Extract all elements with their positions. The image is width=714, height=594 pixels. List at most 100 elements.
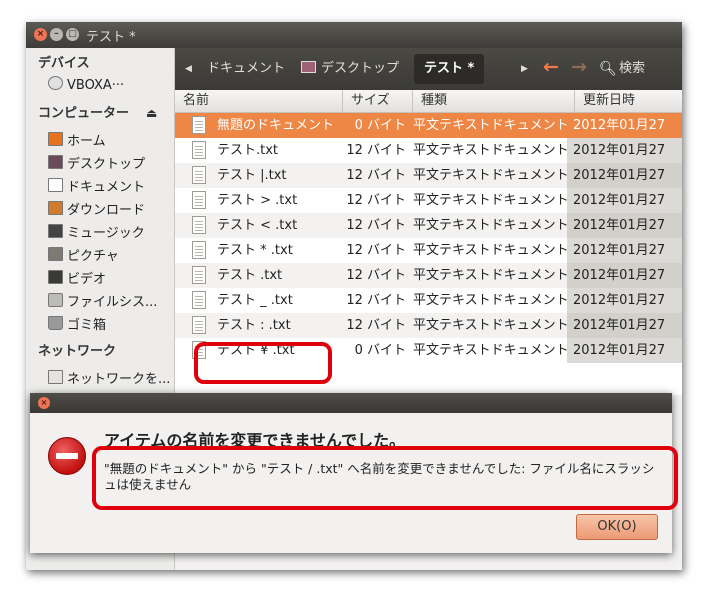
file-size: 12 バイト [346, 193, 406, 208]
sidebar-item-label: ゴミ箱 [67, 318, 107, 333]
column-header-name[interactable]: 名前 [175, 90, 343, 112]
file-size: 12 バイト [346, 218, 406, 233]
text-file-icon [192, 341, 206, 359]
sidebar-item-label: ホーム [67, 134, 106, 149]
file-name: テスト _ .txt [217, 293, 293, 308]
forward-arrow-icon[interactable]: → [571, 56, 587, 78]
file-kind: 平文テキストドキュメント [413, 168, 569, 183]
sidebar-item-music[interactable]: ミュージック [48, 222, 170, 244]
sidebar-item-label: ミュージック [67, 226, 145, 241]
sidebar-item-network[interactable]: ネットワークを... [48, 368, 170, 390]
text-file-icon [192, 291, 206, 309]
file-row[interactable]: テスト _ .txt 12 バイト 平文テキストドキュメント 2012年01月27 [175, 288, 682, 313]
text-file-icon [192, 216, 206, 234]
eject-icon[interactable]: ⏏ [146, 106, 157, 120]
sidebar-item-trash[interactable]: ゴミ箱 [48, 314, 170, 336]
file-kind: 平文テキストドキュメント [413, 243, 569, 258]
search-icon[interactable]: 🔍︎ [599, 58, 617, 80]
file-modified: 2012年01月27 [567, 313, 682, 338]
sidebar-item-desktop[interactable]: デスクトップ [48, 153, 170, 175]
window-titlebar[interactable]: × – □ テスト * [26, 22, 682, 48]
file-modified: 2012年01月27 [567, 138, 682, 163]
file-size: 12 バイト [346, 293, 406, 308]
network-icon [48, 370, 63, 384]
dialog-titlebar[interactable]: × [30, 393, 672, 413]
optical-disc-icon [48, 76, 63, 90]
pathbar-desktop-button[interactable]: デスクトップ [301, 58, 399, 80]
file-modified: 2012年01月27 [567, 238, 682, 263]
file-row[interactable]: テスト : .txt 12 バイト 平文テキストドキュメント 2012年01月27 [175, 313, 682, 338]
text-file-icon [192, 241, 206, 259]
filesystem-icon [48, 293, 63, 307]
file-name: テスト < .txt [217, 218, 298, 233]
close-window-button[interactable]: × [34, 28, 47, 41]
sidebar-item-filesystem[interactable]: ファイルシス... [48, 291, 170, 313]
sidebar-item-videos[interactable]: ビデオ [48, 268, 170, 290]
file-row[interactable]: テスト .txt 12 バイト 平文テキストドキュメント 2012年01月27 [175, 263, 682, 288]
maximize-window-button[interactable]: □ [66, 28, 79, 41]
file-size: 12 バイト [346, 318, 406, 333]
file-row[interactable]: テスト.txt 12 バイト 平文テキストドキュメント 2012年01月27 [175, 138, 682, 163]
sidebar-item-documents[interactable]: ドキュメント [48, 176, 170, 198]
sidebar-header-computer: コンピューター [38, 106, 130, 121]
file-modified: 2012年01月27 [567, 163, 682, 188]
error-stop-icon [48, 437, 86, 475]
column-header-size[interactable]: サイズ [343, 90, 413, 112]
videos-folder-icon [48, 270, 63, 284]
sidebar-item-label: ピクチャ [67, 249, 119, 264]
file-modified: 2012年01月27 [567, 288, 682, 313]
path-bar: ◀ ドキュメント デスクトップ テスト * ▶ ← → 🔍︎ 検索 [175, 48, 682, 90]
pathbar-documents-button[interactable]: ドキュメント [207, 58, 285, 80]
sidebar-item-label: デスクトップ [67, 157, 146, 172]
file-size: 0 バイト [354, 118, 406, 133]
trash-icon [48, 316, 63, 330]
file-kind: 平文テキストドキュメント [413, 343, 569, 358]
column-header-kind[interactable]: 種類 [413, 90, 575, 112]
minimize-window-button[interactable]: – [50, 28, 63, 41]
sidebar-item-vbox-disc[interactable]: VBOXA··· [48, 76, 170, 98]
downloads-folder-icon [48, 201, 63, 215]
desktop-icon [48, 155, 63, 169]
sidebar-item-label: ビデオ [67, 272, 107, 287]
search-button[interactable]: 検索 [619, 58, 645, 80]
dialog-heading: アイテムの名前を変更できませんでした。 [104, 431, 406, 450]
file-modified: 2012年01月27 [567, 263, 682, 288]
file-modified: 2012年01月27 [567, 188, 682, 213]
text-file-icon [192, 316, 206, 334]
file-kind: 平文テキストドキュメント [413, 193, 569, 208]
file-name: 無題のドキュメント [217, 118, 335, 133]
close-dialog-button[interactable]: × [38, 397, 50, 409]
file-kind: 平文テキストドキュメント [413, 268, 569, 283]
window-title: テスト * [86, 30, 136, 45]
sidebar-item-pictures[interactable]: ピクチャ [48, 245, 170, 267]
column-header-modified[interactable]: 更新日時 [575, 90, 682, 112]
ok-button[interactable]: OK(O) [576, 514, 658, 540]
file-name: テスト > .txt [217, 193, 298, 208]
file-size: 12 バイト [346, 243, 406, 258]
file-row[interactable]: テスト |.txt 12 バイト 平文テキストドキュメント 2012年01月27 [175, 163, 682, 188]
file-size: 12 バイト [346, 143, 406, 158]
pathbar-scroll-left-icon[interactable]: ◀ [185, 58, 192, 80]
file-name: テスト |.txt [217, 168, 287, 183]
pathbar-current-folder-button[interactable]: テスト * [414, 54, 485, 84]
file-row[interactable]: テスト < .txt 12 バイト 平文テキストドキュメント 2012年01月27 [175, 213, 682, 238]
sidebar-item-label: ファイルシス... [67, 295, 158, 310]
sidebar-item-home[interactable]: ホーム [48, 130, 170, 152]
file-kind: 平文テキストドキュメント [413, 118, 569, 133]
back-arrow-icon[interactable]: ← [543, 56, 559, 78]
file-row[interactable]: テスト * .txt 12 バイト 平文テキストドキュメント 2012年01月27 [175, 238, 682, 263]
file-size: 12 バイト [346, 268, 406, 283]
pathbar-scroll-right-icon[interactable]: ▶ [521, 58, 528, 80]
file-row[interactable]: 無題のドキュメント 0 バイト 平文テキストドキュメント 2012年01月27 [175, 113, 682, 138]
file-name: テスト * .txt [217, 243, 293, 258]
pictures-folder-icon [48, 247, 63, 261]
sidebar-item-label: ダウンロード [67, 203, 146, 218]
sidebar-item-label: ネットワークを... [67, 372, 170, 387]
file-row[interactable]: テスト ¥ .txt 0 バイト 平文テキストドキュメント 2012年01月27 [175, 338, 682, 363]
sidebar-item-label: ドキュメント [67, 180, 146, 195]
sidebar-item-downloads[interactable]: ダウンロード [48, 199, 170, 221]
file-size: 12 バイト [346, 168, 406, 183]
file-row[interactable]: テスト > .txt 12 バイト 平文テキストドキュメント 2012年01月27 [175, 188, 682, 213]
text-file-icon [192, 191, 206, 209]
file-list: 無題のドキュメント 0 バイト 平文テキストドキュメント 2012年01月27 テスト… [175, 113, 682, 383]
